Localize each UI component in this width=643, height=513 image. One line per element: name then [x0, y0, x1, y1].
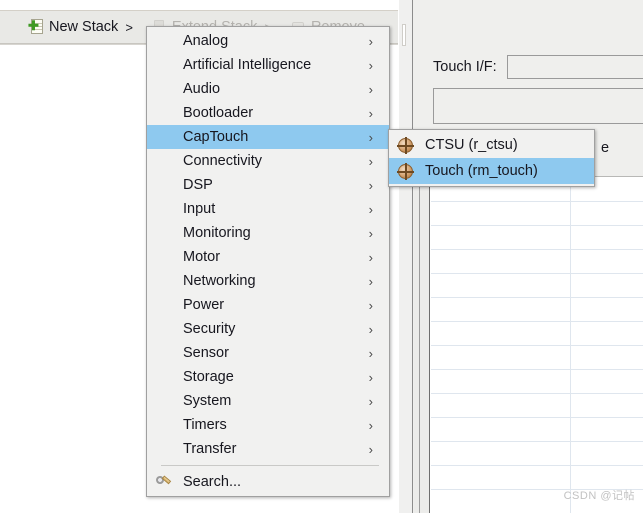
- secondary-value-input[interactable]: [433, 88, 643, 124]
- menu-item-dsp[interactable]: DSP ›: [147, 173, 389, 197]
- menu-item-bootloader[interactable]: Bootloader ›: [147, 101, 389, 125]
- occluded-text: e: [601, 140, 610, 156]
- menu-item-label: Security: [183, 321, 236, 337]
- chevron-right-icon: ›: [368, 177, 373, 193]
- watermark: CSDN @记帖: [563, 490, 635, 502]
- menu-item-label: Motor: [183, 249, 221, 265]
- touch-if-input[interactable]: [506, 55, 643, 79]
- submenu-item-label: Touch (rm_touch): [425, 163, 538, 179]
- chevron-right-icon: ›: [368, 393, 373, 409]
- menu-item-transfer[interactable]: Transfer ›: [147, 437, 389, 461]
- menu-item-label: Timers: [183, 417, 227, 433]
- submenu-item-ctsu[interactable]: CTSU (r_ctsu): [389, 132, 594, 158]
- new-stack-button[interactable]: New Stack >: [28, 19, 133, 35]
- menu-item-label: Power: [183, 297, 225, 313]
- menu-item-search[interactable]: Search...: [147, 470, 389, 494]
- menu-item-label: Analog: [183, 33, 229, 49]
- menu-item-captouch[interactable]: CapTouch ›: [147, 125, 389, 149]
- captouch-submenu[interactable]: CTSU (r_ctsu) Touch (rm_touch): [388, 129, 595, 187]
- menu-item-connectivity[interactable]: Connectivity ›: [147, 149, 389, 173]
- menu-item-label: System: [183, 393, 232, 409]
- table-grid: [431, 177, 643, 513]
- submenu-item-touch[interactable]: Touch (rm_touch): [389, 158, 594, 184]
- chevron-right-icon: ›: [368, 321, 373, 337]
- pane-splitter[interactable]: [398, 0, 412, 513]
- chevron-right-icon: ›: [368, 441, 373, 457]
- table-gutter: [414, 177, 430, 513]
- app-root: New Stack > Extend Stack > Remove Touch …: [0, 0, 643, 513]
- menu-item-monitoring[interactable]: Monitoring ›: [147, 221, 389, 245]
- menu-item-networking[interactable]: Networking ›: [147, 269, 389, 293]
- new-stack-arrow: >: [125, 19, 133, 35]
- menu-item-label: Monitoring: [183, 225, 251, 241]
- menu-item-label: Sensor: [183, 345, 229, 361]
- menu-item-label: Search...: [183, 474, 242, 490]
- chevron-right-icon: ›: [368, 297, 373, 313]
- chevron-right-icon: ›: [368, 105, 373, 121]
- menu-item-timers[interactable]: Timers ›: [147, 413, 389, 437]
- menu-item-power[interactable]: Power ›: [147, 293, 389, 317]
- chevron-right-icon: ›: [368, 153, 373, 169]
- menu-item-label: Storage: [183, 369, 234, 385]
- menu-item-label: Artificial Intelligence: [183, 57, 312, 73]
- menu-item-label: DSP: [183, 177, 213, 193]
- touch-if-row: Touch I/F:: [433, 55, 643, 79]
- chevron-right-icon: ›: [368, 249, 373, 265]
- menu-item-motor[interactable]: Motor ›: [147, 245, 389, 269]
- menu-item-label: Connectivity: [183, 153, 262, 169]
- chevron-right-icon: ›: [368, 201, 373, 217]
- new-stack-dropdown-menu[interactable]: Analog › Artificial Intelligence › Audio…: [146, 26, 390, 497]
- menu-item-label: Bootloader: [183, 105, 254, 121]
- menu-item-storage[interactable]: Storage ›: [147, 365, 389, 389]
- menu-item-label: Audio: [183, 81, 221, 97]
- chevron-right-icon: ›: [368, 417, 373, 433]
- chevron-right-icon: ›: [368, 57, 373, 73]
- chevron-right-icon: ›: [368, 81, 373, 97]
- properties-pane: Touch I/F: e: [412, 0, 643, 513]
- new-stack-icon: [28, 19, 44, 35]
- menu-item-label: Networking: [183, 273, 256, 289]
- properties-table[interactable]: [414, 177, 643, 513]
- menu-separator: [161, 465, 379, 466]
- search-icon: [154, 474, 172, 490]
- menu-item-security[interactable]: Security ›: [147, 317, 389, 341]
- new-stack-label: New Stack: [49, 18, 119, 35]
- ctsu-module-icon: [397, 137, 414, 154]
- chevron-right-icon: ›: [368, 225, 373, 241]
- menu-item-input[interactable]: Input ›: [147, 197, 389, 221]
- chevron-right-icon: ›: [368, 33, 373, 49]
- splitter-grip[interactable]: [402, 24, 406, 46]
- touch-module-icon: [397, 163, 414, 180]
- chevron-right-icon: ›: [368, 273, 373, 289]
- menu-item-sensor[interactable]: Sensor ›: [147, 341, 389, 365]
- touch-if-label: Touch I/F:: [433, 59, 497, 75]
- submenu-item-label: CTSU (r_ctsu): [425, 137, 518, 153]
- menu-item-label: CapTouch: [183, 129, 249, 145]
- menu-item-label: Input: [183, 201, 216, 217]
- menu-item-label: Transfer: [183, 441, 237, 457]
- menu-item-audio[interactable]: Audio ›: [147, 77, 389, 101]
- menu-item-analog[interactable]: Analog ›: [147, 29, 389, 53]
- chevron-right-icon: ›: [368, 369, 373, 385]
- chevron-right-icon: ›: [368, 345, 373, 361]
- menu-item-artificial-intelligence[interactable]: Artificial Intelligence ›: [147, 53, 389, 77]
- chevron-right-icon: ›: [368, 129, 373, 145]
- menu-item-system[interactable]: System ›: [147, 389, 389, 413]
